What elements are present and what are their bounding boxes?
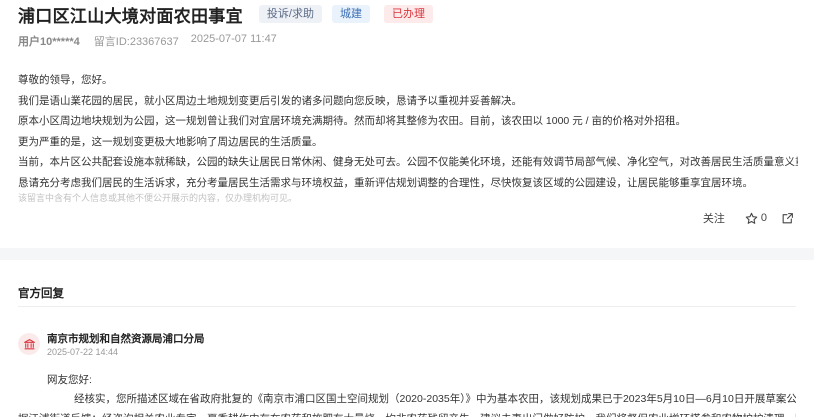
government-building-icon [18, 333, 40, 355]
section-rule [18, 306, 796, 307]
status-badge: 已办理 [383, 5, 433, 23]
share-icon [782, 212, 793, 223]
message-datetime: 2025-07-07 11:47 [190, 33, 277, 45]
reply-org-name: 南京市规划和自然资源局浦口分局 [47, 333, 205, 345]
message-line: 我们是语山業花园的居民，就小区周边土地规划变更后引发的诸多问题向您反映，恳请予以… [18, 94, 522, 107]
message-line: 恳请充分考虑我们居民的生活诉求，充分考量居民生活需求与环境权益，重新评估规划调整… [18, 176, 753, 189]
message-actions: 关注 0 [703, 210, 794, 226]
privacy-notice: 该留言中含有个人信息或其他不便公开展示的内容，仅办理机构可见。 [18, 193, 298, 203]
reply-body: 经核实，您所描述区域在省政府批复的《南京市浦口区国土空间规划（2020-2035… [18, 389, 796, 417]
reply-date: 2025-07-22 14:44 [47, 347, 119, 357]
like-count: 0 [760, 212, 767, 224]
share-button[interactable] [781, 212, 794, 225]
star-icon [745, 212, 758, 224]
page-title: 浦口区江山大境对面农田事宜 [18, 6, 243, 26]
reply-line: 经核实，您所描述区域在省政府批复的《南京市浦口区国土空间规划（2020-2035… [74, 393, 796, 405]
message-id: 留言ID:23367637 [93, 36, 179, 48]
section-divider [0, 248, 814, 260]
message-body: 尊敬的领导，您好。 我们是语山業花园的居民，就小区周边土地规划变更后引发的诸多问… [18, 70, 798, 193]
message-line: 原本小区周边地块规划为公园，这一规划曾让我们对宜居环境充满期待。然而却将其整修为… [18, 115, 686, 127]
message-meta: 用户10*****4 留言ID:23367637 2025-07-07 11:4… [18, 33, 277, 49]
message-line: 当前，本片区公共配套设施本就稀缺，公园的缺失让居民日常休闲、健身无处可去。公园不… [18, 156, 798, 168]
follow-button[interactable]: 关注 [703, 210, 725, 226]
user-name: 用户10*****4 [18, 36, 80, 48]
reply-line: 据江浦街道反馈：经咨询相关农业专家，夏季耕作中存在农药和施肥有大量烧，均非农药残… [18, 409, 796, 417]
area-tag[interactable]: 城建 [331, 5, 370, 23]
message-line: 尊敬的领导，您好。 [18, 74, 113, 86]
header: 浦口区江山大境对面农田事宜 投诉/求助 城建 已办理 [18, 2, 433, 26]
reply-section-title: 官方回复 [18, 288, 64, 300]
category-tag[interactable]: 投诉/求助 [258, 5, 322, 23]
like-button[interactable]: 0 [745, 212, 767, 225]
reply-greeting: 网友您好: [47, 374, 92, 386]
message-line: 更为严重的是，这一规划变更极大地影响了周边居民的生活质量。 [18, 135, 323, 148]
